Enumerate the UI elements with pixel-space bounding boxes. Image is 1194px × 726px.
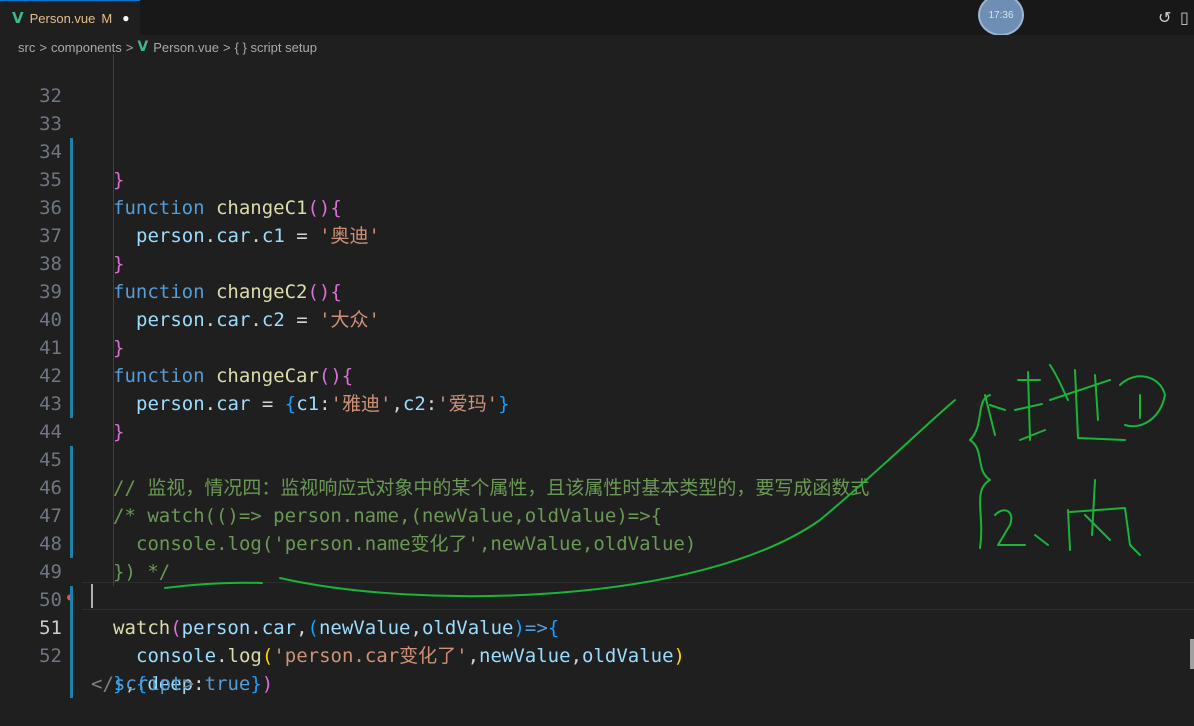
code-line[interactable]: 50 },{deep:true}) (0, 558, 1194, 695)
line-number: 52 (39, 645, 62, 667)
unsaved-dot-icon[interactable]: ● (122, 11, 129, 25)
breadcrumb-separator: > (125, 39, 134, 55)
code-line[interactable]: 45 console.log('person.name变化了',newValue… (0, 418, 1194, 555)
code-line[interactable]: 36 function changeC2(){ (0, 166, 1194, 303)
code-line[interactable]: 37 person.car.c2 = '大众' (0, 194, 1194, 331)
code-line[interactable]: 44 /* watch(()=> person.name,(newValue,o… (0, 390, 1194, 527)
tab-filename: Person.vue (29, 10, 96, 26)
indent-guide (113, 194, 114, 222)
timer-badge: 17:36 (978, 0, 1024, 36)
breadcrumb-separator: > (39, 39, 47, 55)
indent-guide (113, 558, 114, 586)
breadcrumb-file[interactable]: Person.vue (153, 40, 219, 55)
breadcrumb-separator: > (222, 39, 231, 55)
vue-logo-icon: V (12, 9, 24, 27)
indent-guide (113, 334, 114, 362)
code-line[interactable]: 41 } (0, 306, 1194, 443)
code-line[interactable]: 47 (0, 474, 1194, 527)
code-editor[interactable]: ● 32 } 33 function changeC1(){ 34 person… (0, 54, 1194, 698)
indent-guide (113, 250, 114, 278)
indent-guide (113, 138, 114, 166)
breadcrumb-components[interactable]: components (51, 40, 122, 55)
git-modified-bar (70, 670, 73, 698)
indent-guide (113, 110, 114, 138)
history-icon[interactable]: ↺ (1158, 8, 1171, 27)
indent-guide (113, 222, 114, 250)
code-line[interactable]: 35 } (0, 138, 1194, 275)
code-line[interactable]: 42 (0, 334, 1194, 387)
indent-guide (113, 446, 114, 474)
indent-guide (113, 502, 114, 530)
code-line[interactable]: 46 }) */ (0, 446, 1194, 583)
breadcrumb-src[interactable]: src (18, 40, 35, 55)
indent-guide (113, 390, 114, 418)
indent-guide (113, 362, 114, 390)
code-line[interactable]: 52 </script> (0, 614, 1194, 695)
indent-guide (113, 54, 114, 82)
indent-guide (113, 530, 114, 558)
code-line[interactable]: 49 console.log('person.car变化了',newValue,… (0, 530, 1194, 667)
indent-guide (113, 474, 114, 502)
indent-guide (113, 418, 114, 446)
code-line[interactable]: 33 function changeC1(){ (0, 82, 1194, 219)
indent-guide (113, 306, 114, 334)
split-editor-icon[interactable]: ▯ (1180, 8, 1189, 27)
tab-bar: V Person.vue M ● 17:36 ↺ ▯ (0, 0, 1194, 36)
code-line[interactable]: 48 watch(person.car,(newValue,oldValue)=… (0, 502, 1194, 639)
indent-guide (113, 166, 114, 194)
git-modified-bar (70, 642, 73, 670)
breadcrumb-symbol[interactable]: { } script setup (235, 40, 317, 55)
indent-guide (113, 82, 114, 110)
code-line[interactable]: 34 person.car.c1 = '奥迪' (0, 110, 1194, 247)
code-line[interactable]: 38 } (0, 222, 1194, 359)
code-line-active[interactable]: 51 (0, 586, 1194, 698)
code-line[interactable]: 32 } (0, 54, 1194, 191)
indent-guide (113, 278, 114, 306)
tab-modified-status: M (101, 10, 113, 26)
editor-tab-person-vue[interactable]: V Person.vue M ● (0, 0, 140, 35)
code-line[interactable]: 43 // 监视，情况四：监视响应式对象中的某个属性，且该属性时基本类型的，要写… (0, 362, 1194, 499)
vue-logo-icon: V (137, 39, 149, 55)
code-line[interactable]: 40 person.car = {c1:'雅迪',c2:'爱玛'} (0, 278, 1194, 415)
code-line[interactable]: 39 function changeCar(){ (0, 250, 1194, 387)
